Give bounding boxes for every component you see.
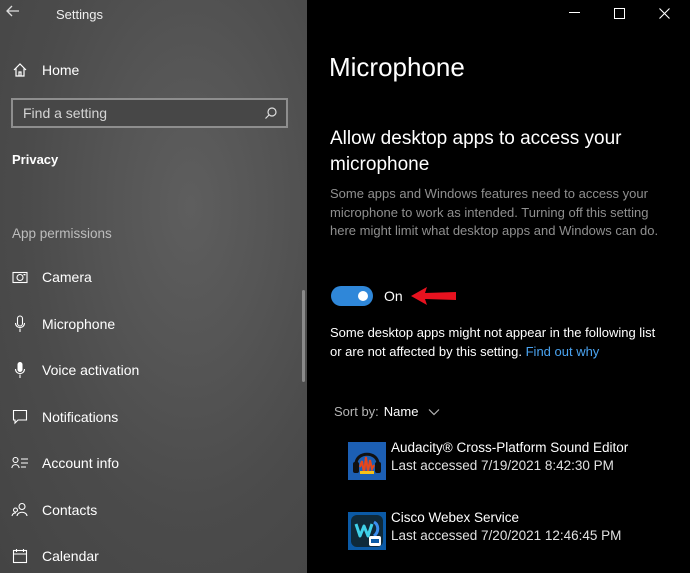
sidebar-item-label: Notifications [42,409,119,425]
microphone-icon [11,315,29,333]
calendar-icon [11,547,29,565]
window-title: Settings [56,7,103,22]
account-info-icon [11,454,29,472]
search-input[interactable] [23,105,264,121]
app-name: Cisco Webex Service [391,510,520,525]
sidebar-item-contacts[interactable]: Contacts [11,498,97,522]
sidebar: Settings Home Privacy App permissions Ca… [0,0,307,573]
back-arrow-icon[interactable] [6,4,20,22]
sidebar-item-label: Calendar [42,548,99,564]
app-last-accessed: Last accessed 7/19/2021 8:42:30 PM [391,458,614,473]
find-out-why-link[interactable]: Find out why [526,344,600,359]
sort-value: Name [383,404,419,419]
sidebar-item-voice-activation[interactable]: Voice activation [11,358,139,382]
titlebar-left: Settings [0,0,307,30]
sidebar-item-label: Microphone [42,316,116,332]
toggle-knob [358,291,368,301]
voice-activation-icon [11,361,29,379]
contacts-icon [11,501,29,519]
nav-home-label: Home [42,62,80,78]
chevron-down-icon [429,408,440,415]
minimize-icon[interactable] [566,4,582,22]
toggle-state-label: On [384,288,403,304]
page-title: Microphone [329,52,465,82]
section-heading: Allow desktop apps to access your microp… [330,128,622,175]
sidebar-item-account-info[interactable]: Account info [11,451,119,475]
desktop-apps-toggle[interactable] [331,286,373,306]
sidebar-item-microphone[interactable]: Microphone [11,312,115,336]
sidebar-item-notifications[interactable]: Notifications [11,405,118,429]
search-icon[interactable] [264,106,278,120]
search-box[interactable] [11,98,288,128]
sidebar-item-camera[interactable]: Camera [11,265,92,289]
settings-note: Some desktop apps might not appear in th… [330,323,670,361]
close-icon[interactable] [656,4,672,22]
app-name: Audacity® Cross-Platform Sound Editor [391,440,629,455]
maximize-icon[interactable] [611,4,627,22]
section-title: Privacy [12,152,59,167]
sidebar-scrollbar[interactable] [302,290,305,382]
sidebar-item-label: Voice activation [42,362,140,378]
app-last-accessed: Last accessed 7/20/2021 12:46:45 PM [391,528,622,543]
sort-label: Sort by: [334,404,379,419]
nav-home[interactable]: Home [12,58,79,82]
home-icon [13,63,27,77]
sidebar-item-label: Account info [42,455,120,471]
annotation-arrow-icon [411,287,456,305]
sidebar-item-label: Contacts [42,502,98,518]
group-heading: App permissions [12,226,112,241]
sort-by-dropdown[interactable]: Sort by: Name [334,404,440,419]
list-item: Audacity® Cross-Platform Sound Editor La… [348,439,628,480]
section-description: Some apps and Windows features need to a… [330,186,659,238]
note-text: Some desktop apps might not appear in th… [330,325,656,359]
camera-icon [11,268,29,286]
webex-icon [348,512,386,550]
sidebar-item-label: Camera [42,269,92,285]
sidebar-item-calendar[interactable]: Calendar [11,544,99,568]
notifications-icon [11,408,29,426]
list-item: Cisco Webex Service Last accessed 7/20/2… [348,509,621,550]
audacity-icon [348,442,386,480]
